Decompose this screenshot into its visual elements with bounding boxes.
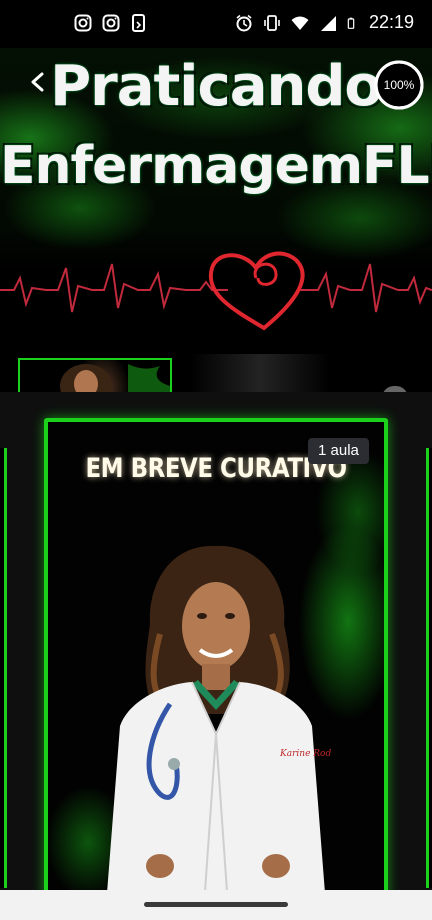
lesson-thumbnail-strip xyxy=(0,348,432,392)
lesson-thumbnail[interactable] xyxy=(18,358,172,392)
instagram-icon xyxy=(74,14,92,32)
wifi-icon xyxy=(291,16,309,30)
previous-course-card[interactable] xyxy=(0,448,7,888)
signal-icon xyxy=(320,15,336,31)
progress-percent: 100% xyxy=(383,78,415,92)
alarm-icon xyxy=(236,14,252,31)
course-banner: Praticando EnfermagemFLIX 100% xyxy=(0,48,432,348)
phone-notification-icon xyxy=(132,14,145,32)
heartbeat-line-graphic xyxy=(0,251,432,331)
progress-indicator: 100% xyxy=(372,58,426,112)
battery-icon xyxy=(347,17,355,29)
back-arrow-icon[interactable] xyxy=(22,66,54,98)
course-card[interactable]: EM BREVE CURATIVO Karine Rodrigues xyxy=(44,418,388,890)
instagram-icon xyxy=(102,14,120,32)
system-nav-bar xyxy=(0,890,432,920)
lesson-count-badge: 1 aula xyxy=(308,438,369,464)
banner-title-line2: EnfermagemFLIX xyxy=(0,136,432,196)
nurse-portrait-image: Karine Rodrigues xyxy=(107,545,332,890)
home-gesture-handle[interactable] xyxy=(144,902,288,907)
thumbnail-placeholder xyxy=(190,354,330,392)
status-bar: 22:19 xyxy=(0,0,432,48)
thumbnail-portrait-image xyxy=(60,364,170,392)
next-course-card[interactable] xyxy=(426,448,432,888)
course-carousel: EM BREVE CURATIVO Karine Rodrigues xyxy=(0,392,432,890)
vibrate-icon xyxy=(264,14,280,31)
banner-title-line1: Praticando xyxy=(50,54,383,119)
coat-embroidery: Karine Rodrigues xyxy=(279,749,332,759)
clock-time: 22:19 xyxy=(368,12,414,32)
